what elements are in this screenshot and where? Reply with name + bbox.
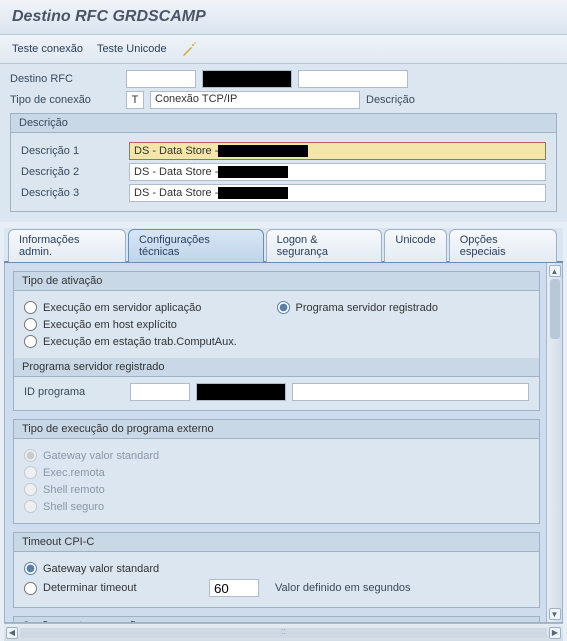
- prog-id-label: ID programa: [24, 386, 124, 398]
- tipo-code-box: T: [126, 91, 144, 109]
- radio-exec-host-explicito-label: Execução em host explícito: [43, 319, 177, 331]
- descricao2-redacted: [218, 166, 288, 178]
- radio-gateway-standard-timeout-label: Gateway valor standard: [43, 563, 159, 575]
- chevron-up-icon: ▲: [551, 267, 559, 276]
- descricao2-input[interactable]: DS - Data Store -: [129, 163, 546, 181]
- port-opts-group: Opções porta conversão: [13, 616, 540, 622]
- chevron-left-icon: ◀: [9, 628, 15, 637]
- radio-determinar-timeout[interactable]: [24, 582, 37, 595]
- radio-gateway-standard-timeout[interactable]: [24, 562, 37, 575]
- descricao-side-label: Descrição: [366, 94, 415, 106]
- port-opts-legend: Opções porta conversão: [14, 617, 539, 622]
- radio-shell-remoto: [24, 483, 37, 496]
- test-connection-button[interactable]: Teste conexão: [12, 43, 83, 55]
- ext-exec-legend: Tipo de execução do programa externo: [14, 420, 539, 439]
- radio-shell-remoto-label: Shell remoto: [43, 484, 105, 496]
- descricao3-redacted: [218, 187, 288, 199]
- header-form: Destino RFC Tipo de conexão T Conexão TC…: [0, 64, 567, 222]
- activation-legend: Tipo de ativação: [14, 272, 539, 291]
- destino-rfc-value: [202, 70, 292, 88]
- tipo-text-field: Conexão TCP/IP: [150, 91, 360, 109]
- radio-exec-remota: [24, 466, 37, 479]
- radio-programa-registrado[interactable]: [277, 301, 290, 314]
- horizontal-scrollbar[interactable]: ◀ ▶: [4, 623, 563, 641]
- destino-rfc-suffix: [298, 70, 408, 88]
- hscroll-left-button[interactable]: ◀: [6, 627, 18, 639]
- radio-exec-servidor-app[interactable]: [24, 301, 37, 314]
- radio-exec-estacao-trab-label: Execução em estação trab.ComputAux.: [43, 336, 237, 348]
- tab-info-admin[interactable]: Informações admin.: [8, 229, 126, 262]
- descricao1-label: Descrição 1: [21, 145, 121, 157]
- descricao3-label: Descrição 3: [21, 187, 121, 199]
- prog-id-value[interactable]: [196, 383, 286, 401]
- destino-rfc-prefix: [126, 70, 196, 88]
- radio-shell-seguro: [24, 500, 37, 513]
- tab-logon-seguranca[interactable]: Logon & segurança: [266, 229, 383, 262]
- tab-config-tecnicas[interactable]: Configurações técnicas: [128, 229, 264, 262]
- descricao2-label: Descrição 2: [21, 166, 121, 178]
- test-unicode-button[interactable]: Teste Unicode: [97, 43, 167, 55]
- activation-group: Tipo de ativação Execução em servidor ap…: [13, 271, 540, 411]
- radio-programa-registrado-label: Programa servidor registrado: [296, 302, 438, 314]
- wand-icon[interactable]: [181, 41, 197, 57]
- scroll-thumb[interactable]: [550, 279, 560, 339]
- descricao1-input[interactable]: DS - Data Store -: [129, 142, 546, 160]
- tab-opcoes-especiais[interactable]: Opções especiais: [449, 229, 557, 262]
- descricao2-prefix: DS - Data Store -: [134, 166, 218, 178]
- ext-exec-group: Tipo de execução do programa externo Gat…: [13, 419, 540, 524]
- scroll-up-button[interactable]: ▲: [549, 265, 561, 277]
- chevron-right-icon: ▶: [552, 628, 558, 637]
- tipo-conexao-label: Tipo de conexão: [10, 94, 120, 106]
- descricao3-input[interactable]: DS - Data Store -: [129, 184, 546, 202]
- vertical-scrollbar[interactable]: ▲ ▼: [546, 263, 562, 622]
- radio-exec-estacao-trab[interactable]: [24, 335, 37, 348]
- descricao1-redacted: [218, 145, 308, 157]
- radio-exec-remota-label: Exec.remota: [43, 467, 105, 479]
- radio-exec-host-explicito[interactable]: [24, 318, 37, 331]
- destino-rfc-label: Destino RFC: [10, 73, 120, 85]
- timeout-seconds-label: Valor definido em segundos: [275, 582, 411, 594]
- hscroll-track[interactable]: [20, 628, 547, 638]
- descricao3-prefix: DS - Data Store -: [134, 187, 218, 199]
- radio-determinar-timeout-label: Determinar timeout: [43, 582, 203, 594]
- hscroll-right-button[interactable]: ▶: [549, 627, 561, 639]
- descricao-group: Descrição Descrição 1 DS - Data Store - …: [10, 113, 557, 212]
- timeout-group: Timeout CPI-C Gateway valor standard Det…: [13, 532, 540, 608]
- page-title: Destino RFC GRDSCAMP: [12, 8, 555, 26]
- tabstrip: Informações admin. Configurações técnica…: [4, 228, 563, 263]
- title-bar: Destino RFC GRDSCAMP: [0, 0, 567, 35]
- toolbar: Teste conexão Teste Unicode: [0, 35, 567, 64]
- tab-unicode[interactable]: Unicode: [384, 229, 446, 262]
- chevron-down-icon: ▼: [551, 610, 559, 619]
- radio-gateway-standard-ext: [24, 449, 37, 462]
- radio-exec-servidor-app-label: Execução em servidor aplicação: [43, 302, 201, 314]
- prog-id-suffix: [292, 383, 529, 401]
- scroll-down-button[interactable]: ▼: [549, 608, 561, 620]
- reg-server-legend: Programa servidor registrado: [14, 358, 539, 377]
- descricao-legend: Descrição: [11, 114, 556, 133]
- radio-gateway-standard-ext-label: Gateway valor standard: [43, 450, 159, 462]
- descricao1-prefix: DS - Data Store -: [134, 145, 218, 157]
- radio-shell-seguro-label: Shell seguro: [43, 501, 104, 513]
- timeout-value-input[interactable]: [209, 579, 259, 597]
- prog-id-prefix: [130, 383, 190, 401]
- tab-content: Tipo de ativação Execução em servidor ap…: [4, 263, 563, 623]
- tabs-container: Informações admin. Configurações técnica…: [0, 222, 567, 641]
- timeout-legend: Timeout CPI-C: [14, 533, 539, 552]
